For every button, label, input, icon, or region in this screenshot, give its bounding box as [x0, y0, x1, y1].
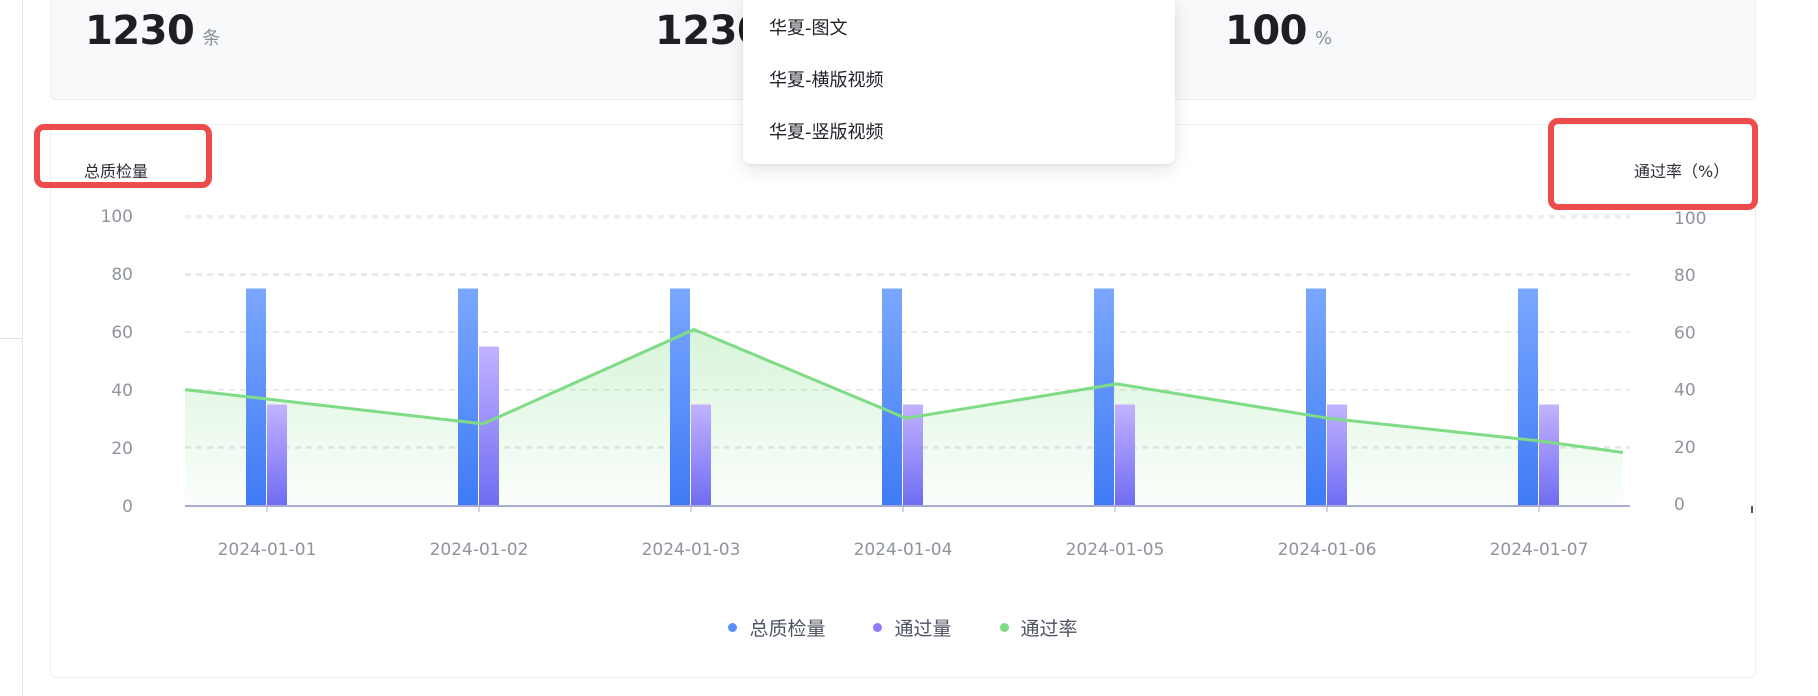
bar-passed: [1115, 404, 1135, 506]
left-axis-tick-label: 0: [122, 497, 133, 517]
bar-total-inspections: [670, 288, 690, 506]
x-axis-tick-label: 2024-01-01: [218, 540, 317, 560]
x-axis-tick-label: 2024-01-03: [642, 540, 741, 560]
legend-label: 通过量: [894, 618, 952, 640]
right-axis-tick-label: 20: [1674, 438, 1696, 458]
legend-item-passed[interactable]: 通过量: [873, 614, 952, 641]
content-type-dropdown-menu: 华夏-图文 华夏-横版视频 华夏-竖版视频: [743, 0, 1175, 164]
right-axis-tick-label: 0: [1674, 495, 1685, 515]
bar-total-inspections: [1094, 288, 1114, 506]
legend-dot-icon: [728, 623, 738, 632]
bar-total-inspections: [1518, 288, 1538, 506]
bar-total-inspections: [1306, 288, 1326, 506]
axes: 0 20 40 60 80 100 0 20 40 60 80 100 2024-01-01 2024-0…: [101, 207, 1753, 560]
chart-legend: 总质检量 通过量 通过率: [0, 614, 1812, 641]
left-axis-tick-label: 60: [111, 323, 133, 343]
right-axis-tick-label: 60: [1674, 323, 1696, 343]
left-axis-tick-label: 20: [111, 439, 133, 459]
bar-total-inspections: [882, 288, 902, 506]
x-axis-tick-label: 2024-01-07: [1490, 540, 1589, 560]
legend-item-total[interactable]: 总质检量: [728, 614, 825, 641]
legend-dot-icon: [873, 623, 883, 632]
bar-passed: [267, 404, 287, 506]
dropdown-option-landscape-video[interactable]: 华夏-横版视频: [769, 66, 884, 92]
left-axis-tick-label: 100: [101, 207, 133, 227]
x-axis-tick-label: 2024-01-05: [1066, 540, 1165, 560]
bar-passed: [479, 346, 499, 506]
bar-passed: [691, 404, 711, 506]
bar-total-inspections: [458, 288, 478, 506]
right-axis-tick-label: 40: [1674, 381, 1696, 401]
bar-passed: [1539, 404, 1559, 506]
left-axis-tick-label: 40: [111, 381, 133, 401]
legend-dot-icon: [999, 623, 1009, 632]
highlight-right-axis-title: [1548, 118, 1758, 210]
legend-label: 通过率: [1020, 618, 1078, 640]
x-axis-tick-label: 2024-01-04: [854, 540, 953, 560]
right-axis-tick-label: 80: [1674, 266, 1696, 286]
right-axis-tick-label: 100: [1674, 209, 1706, 229]
x-axis-tick-label: 2024-01-02: [430, 540, 529, 560]
legend-label: 总质检量: [749, 618, 826, 640]
x-axis-tick-label: 2024-01-06: [1278, 540, 1377, 560]
legend-item-pass-rate[interactable]: 通过率: [999, 614, 1078, 641]
highlight-left-axis-title: [34, 124, 212, 188]
dropdown-option-portrait-video[interactable]: 华夏-竖版视频: [769, 118, 884, 144]
bar-passed: [903, 404, 923, 506]
left-axis-tick-label: 80: [111, 265, 133, 285]
dropdown-option-image-text[interactable]: 华夏-图文: [769, 14, 848, 40]
